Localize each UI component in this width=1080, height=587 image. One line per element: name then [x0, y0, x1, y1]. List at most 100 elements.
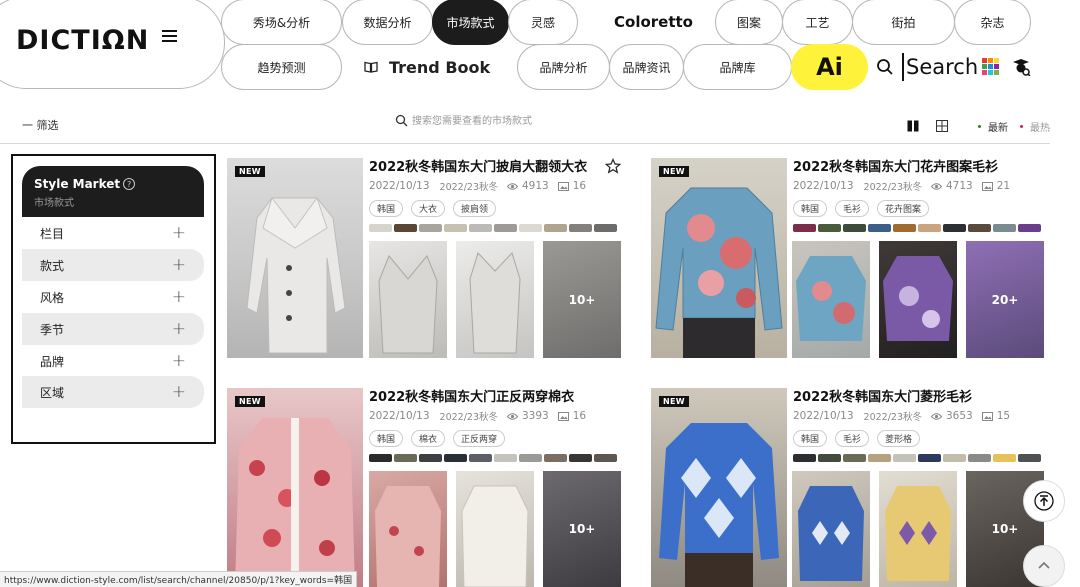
color-swatch[interactable] [843, 224, 866, 232]
card-main-image[interactable]: NEW [227, 388, 363, 587]
card-thumbnail[interactable] [792, 241, 870, 358]
tag[interactable]: 菱形格 [877, 430, 921, 447]
color-swatch[interactable] [419, 224, 442, 232]
color-swatch[interactable] [419, 454, 442, 462]
color-swatch[interactable] [544, 224, 567, 232]
color-swatch[interactable] [943, 224, 966, 232]
color-swatch[interactable] [1018, 224, 1041, 232]
search-icon[interactable] [876, 58, 894, 76]
search-label[interactable]: Search [902, 53, 978, 81]
color-swatch[interactable] [444, 224, 467, 232]
sidebar-item-region[interactable]: 区域 + [22, 376, 204, 408]
sidebar-item-season[interactable]: 季节 + [22, 313, 204, 345]
color-swatch[interactable] [544, 454, 567, 462]
tag[interactable]: 毛衫 [835, 430, 870, 447]
tag[interactable]: 韩国 [793, 430, 828, 447]
color-swatch[interactable] [494, 454, 517, 462]
tag[interactable]: 韩国 [369, 430, 404, 447]
color-swatch[interactable] [369, 224, 392, 232]
plus-icon[interactable]: + [172, 287, 186, 307]
nav-data-analysis[interactable]: 数据分析 [342, 0, 433, 45]
sort-newest[interactable]: 最新 [978, 119, 1008, 134]
plus-icon[interactable]: + [172, 319, 186, 339]
color-swatch[interactable] [893, 224, 916, 232]
tag[interactable]: 毛衫 [835, 200, 870, 217]
color-swatch[interactable] [918, 224, 941, 232]
nav-brand-analysis[interactable]: 品牌分析 [517, 44, 610, 90]
card-thumbnail[interactable] [456, 241, 534, 358]
color-swatch[interactable] [968, 224, 991, 232]
card-thumbnail[interactable] [879, 471, 957, 587]
color-swatch[interactable] [818, 224, 841, 232]
color-swatch[interactable] [369, 454, 392, 462]
mascot-icon[interactable] [1011, 58, 1031, 76]
color-swatch[interactable] [569, 454, 592, 462]
card-thumbnail[interactable] [792, 471, 870, 587]
color-swatch[interactable] [494, 224, 517, 232]
color-swatch[interactable] [993, 224, 1016, 232]
color-swatch[interactable] [1018, 454, 1041, 462]
nav-brand-news[interactable]: 品牌资讯 [609, 44, 684, 90]
card-thumbnail[interactable] [369, 471, 447, 587]
favorite-star-icon[interactable] [605, 158, 621, 174]
tag[interactable]: 正反两穿 [453, 430, 506, 447]
nav-trend-forecast[interactable]: 趋势预测 [221, 44, 342, 90]
card-title[interactable]: 2022秋冬韩国东大门菱形毛衫 [793, 386, 972, 405]
tag[interactable]: 韩国 [369, 200, 404, 217]
nav-magazine[interactable]: 杂志 [954, 0, 1031, 45]
card-title[interactable]: 2022秋冬韩国东大门正反两穿棉衣 [369, 386, 574, 405]
color-swatch[interactable] [594, 454, 617, 462]
tag[interactable]: 棉衣 [411, 430, 446, 447]
diction-logo[interactable]: DICTIΩN [16, 25, 149, 56]
color-swatch[interactable] [594, 224, 617, 232]
color-swatch[interactable] [394, 224, 417, 232]
tag[interactable]: 韩国 [793, 200, 828, 217]
color-swatch[interactable] [868, 454, 891, 462]
card-thumbnail-more[interactable]: 10+ [543, 471, 621, 587]
card-thumbnail-more[interactable]: 20+ [966, 241, 1044, 358]
nav-show-analysis[interactable]: 秀场&分析 [221, 0, 342, 45]
color-swatch[interactable] [868, 224, 891, 232]
color-swatch[interactable] [519, 224, 542, 232]
card-main-image[interactable]: NEW [651, 158, 787, 358]
plus-icon[interactable]: + [172, 223, 186, 243]
nav-coloretto[interactable]: Coloretto [614, 11, 693, 33]
plus-icon[interactable]: + [172, 351, 186, 371]
color-swatch[interactable] [993, 454, 1016, 462]
filter-toggle[interactable]: 一 筛选 [22, 117, 59, 133]
scroll-up-button[interactable] [1023, 545, 1065, 587]
nav-inspiration[interactable]: 灵感 [508, 0, 578, 45]
sidebar-item-style[interactable]: 款式 + [22, 249, 204, 281]
color-swatch[interactable] [793, 454, 816, 462]
color-swatch[interactable] [394, 454, 417, 462]
plus-icon[interactable]: + [172, 382, 186, 402]
color-swatch[interactable] [818, 454, 841, 462]
color-swatch[interactable] [469, 224, 492, 232]
card-thumbnail[interactable] [369, 241, 447, 358]
back-to-top-button[interactable] [1023, 480, 1065, 522]
color-swatch[interactable] [519, 454, 542, 462]
color-swatch[interactable] [918, 454, 941, 462]
nav-street-snap[interactable]: 街拍 [852, 0, 955, 45]
card-main-image[interactable]: NEW [227, 158, 363, 358]
market-search-input[interactable] [412, 112, 712, 130]
grid-view-icon[interactable] [936, 120, 948, 132]
plus-icon[interactable]: + [172, 255, 186, 275]
tag[interactable]: 花卉图案 [877, 200, 930, 217]
sidebar-item-brand[interactable]: 品牌 + [22, 345, 204, 377]
color-swatch[interactable] [469, 454, 492, 462]
nav-trend-book[interactable]: Trend Book [364, 56, 490, 78]
color-swatch[interactable] [793, 224, 816, 232]
nav-pattern[interactable]: 图案 [715, 0, 783, 45]
sort-hottest[interactable]: 最热 [1020, 119, 1050, 134]
nav-market-styles[interactable]: 市场款式 [432, 0, 509, 45]
hamburger-menu-icon[interactable] [162, 30, 177, 42]
card-main-image[interactable]: NEW [651, 388, 787, 587]
ai-button[interactable]: Ai [791, 44, 868, 90]
color-swatch[interactable] [444, 454, 467, 462]
help-icon[interactable]: ? [123, 178, 136, 190]
card-thumbnail[interactable] [879, 241, 957, 358]
nav-brand-library[interactable]: 品牌库 [683, 44, 792, 90]
card-title[interactable]: 2022秋冬韩国东大门花卉图案毛衫 [793, 156, 998, 175]
sidebar-item-aesthetic[interactable]: 风格 + [22, 281, 204, 313]
